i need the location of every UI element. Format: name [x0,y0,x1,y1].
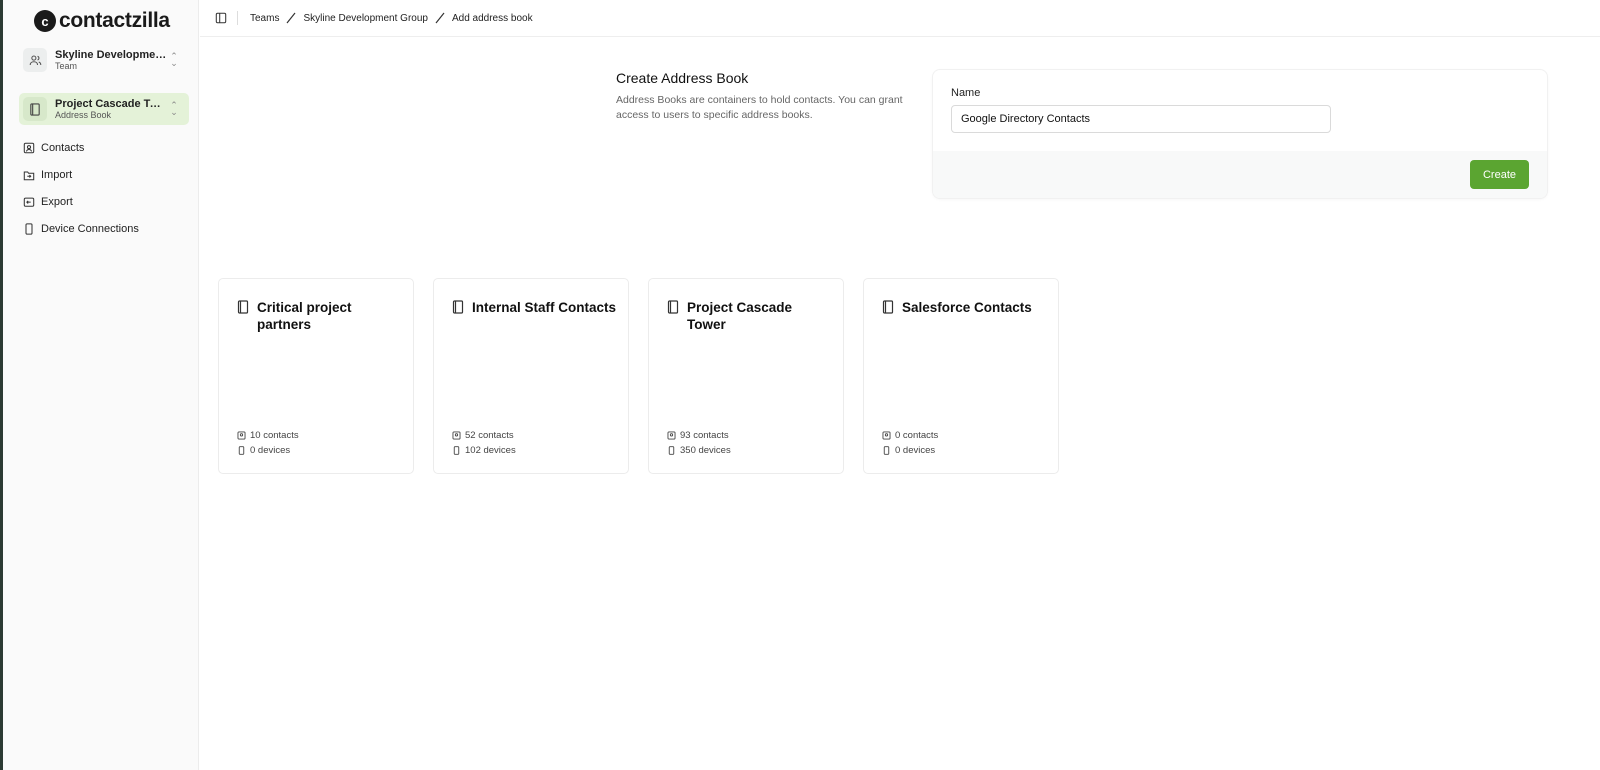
device-icon [238,446,245,455]
card-title: Salesforce Contacts [902,300,1032,315]
devices-count: 102 devices [465,445,516,456]
create-address-book-form: Name Create [933,70,1547,198]
breadcrumb-current: Add address book [451,12,533,24]
contacts-count: 0 contacts [895,430,939,441]
name-input[interactable] [951,105,1331,133]
sidebar: c contactzilla Skyline Developmen... Tea… [3,0,199,770]
book-icon [23,97,47,121]
export-icon [23,197,35,207]
form-title: Create Address Book [616,70,749,86]
top-bar: Teams Skyline Development Group Add addr… [200,0,1600,37]
address-book-label: Address Book [55,110,112,121]
device-icon [25,222,33,235]
chevron-up-down-icon: ⌃ ⌄ [170,100,178,117]
book-icon [882,300,894,314]
address-book-card[interactable]: Critical project partners 10 contacts 0 … [218,278,414,474]
contact-card-icon [23,142,35,153]
sidebar-toggle-icon [215,12,227,24]
name-label: Name [951,87,981,99]
create-button[interactable]: Create [1470,160,1529,189]
sidebar-item-device-connections[interactable]: Device Connections [23,215,139,242]
team-label: Team [55,61,78,72]
sidebar-item-label: Device Connections [41,222,139,235]
contacts-count: 10 contacts [250,430,299,441]
breadcrumb-teams[interactable]: Teams [250,13,279,24]
form-description: Address Books are containers to hold con… [616,94,903,121]
card-title: Critical project partners [257,300,352,332]
device-icon [453,446,460,455]
sidebar-item-import[interactable]: Import [23,161,139,188]
devices-count: 0 devices [895,445,936,456]
form-footer: Create [933,151,1547,198]
form-intro: Create Address Book Address Books are co… [616,70,916,123]
import-icon [23,170,35,180]
sidebar-item-export[interactable]: Export [23,188,139,215]
sidebar-item-label: Contacts [41,141,85,154]
address-book-card[interactable]: Salesforce Contacts 0 contacts 0 devices [863,278,1059,474]
book-icon [667,300,679,314]
logo-icon: c [34,10,56,32]
sidebar-item-label: Export [41,195,73,208]
address-book-card[interactable]: Internal Staff Contacts 52 contacts 102 … [433,278,629,474]
device-icon [883,446,890,455]
book-icon [237,300,249,314]
contacts-count: 52 contacts [465,430,514,441]
sidebar-item-label: Import [41,168,73,181]
address-book-name: Project Cascade Tow... [55,97,167,110]
breadcrumb: Teams Skyline Development Group Add addr… [250,12,533,24]
address-book-card[interactable]: Project Cascade Tower 93 contacts 350 de… [648,278,844,474]
logo[interactable]: c contactzilla [34,9,170,33]
contacts-icon [882,431,891,440]
breadcrumb-team[interactable]: Skyline Development Group [303,13,428,24]
address-book-switcher[interactable]: Project Cascade Tow... Address Book ⌃ ⌄ [19,93,189,125]
sidebar-nav: Contacts Import Export Device Connection… [23,134,139,242]
team-switcher[interactable]: Skyline Developmen... Team ⌃ ⌄ [19,44,189,76]
sidebar-item-contacts[interactable]: Contacts [23,134,139,161]
device-icon [668,446,675,455]
contacts-icon [452,431,461,440]
users-icon [23,48,47,72]
card-title: Project Cascade Tower [687,300,793,332]
book-icon [452,300,464,314]
contacts-icon [237,431,246,440]
contacts-count: 93 contacts [680,430,729,441]
card-title: Internal Staff Contacts [472,300,617,315]
logo-text: contactzilla [59,9,170,32]
contacts-icon [667,431,676,440]
chevron-up-down-icon: ⌃ ⌄ [170,51,178,68]
devices-count: 0 devices [250,445,291,456]
devices-count: 350 devices [680,445,731,456]
team-name: Skyline Developmen... [55,48,167,61]
breadcrumb-separator-icon [286,12,296,24]
breadcrumb-separator-icon [435,12,445,24]
divider [237,11,238,25]
sidebar-toggle-button[interactable] [215,12,227,24]
